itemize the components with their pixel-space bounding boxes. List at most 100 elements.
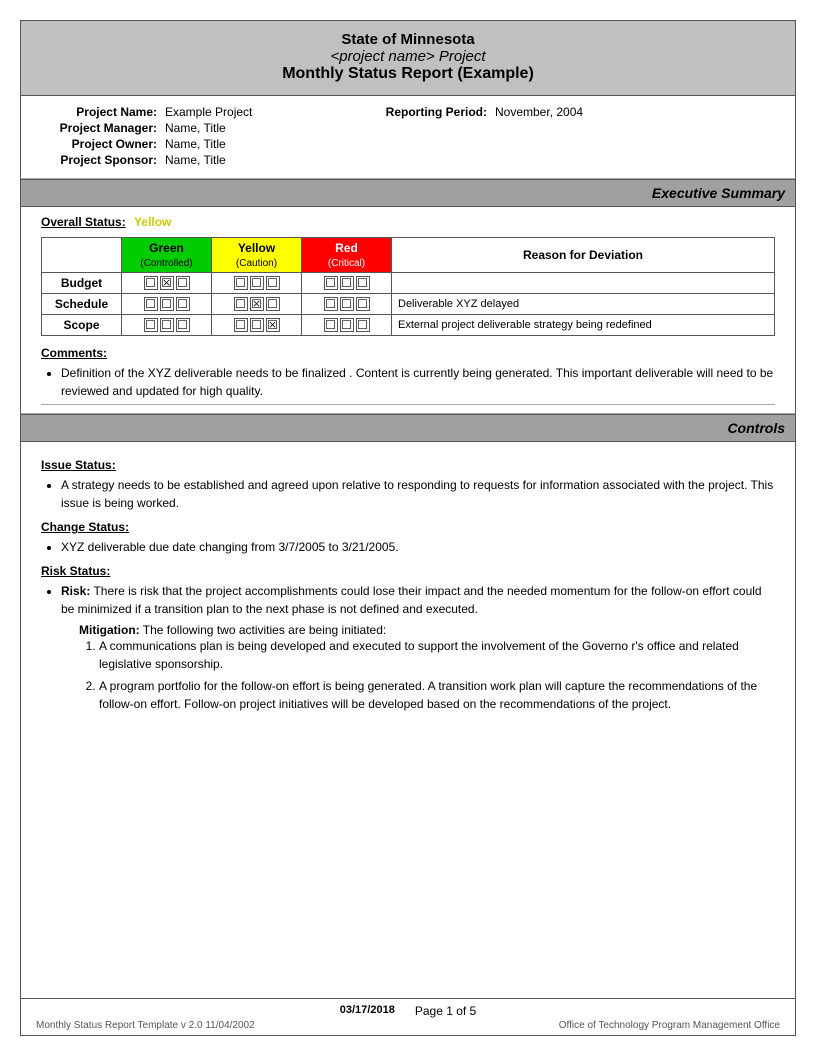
table-row-schedule: Schedule [42, 294, 775, 315]
change-list: XYZ deliverable due date changing from 3… [61, 538, 775, 556]
comment-item-1: Definition of the XYZ deliverable needs … [61, 364, 775, 400]
mitigation-list: A communications plan is being developed… [99, 637, 775, 713]
executive-summary-header: Executive Summary [21, 179, 795, 207]
project-owner-value: Name, Title [161, 136, 341, 152]
scope-green-cb1 [144, 318, 158, 332]
scope-green-group [144, 318, 190, 332]
schedule-green-group [144, 297, 190, 311]
budget-green-group [144, 276, 190, 290]
schedule-green-cb1 [144, 297, 158, 311]
schedule-reason: Deliverable XYZ delayed [392, 294, 775, 315]
reporting-period-label: Reporting Period: [361, 104, 491, 120]
budget-yellow-checks [212, 273, 302, 294]
reason-header: Reason for Deviation [392, 238, 775, 273]
footer-template-info: Monthly Status Report Template v 2.0 11/… [36, 1020, 255, 1031]
overall-status-label: Overall Status: [41, 215, 126, 229]
budget-reason [392, 273, 775, 294]
schedule-yellow-checks [212, 294, 302, 315]
table-row-scope: Scope [42, 315, 775, 336]
schedule-red-cb3 [356, 297, 370, 311]
scope-red-cb1 [324, 318, 338, 332]
budget-red-group [324, 276, 370, 290]
schedule-red-cb2 [340, 297, 354, 311]
project-name-label: Project Name: [41, 104, 161, 120]
budget-green-cb2 [160, 276, 174, 290]
header-title3: Monthly Status Report (Example) [41, 65, 775, 83]
budget-yellow-cb1 [234, 276, 248, 290]
footer-bottom: Monthly Status Report Template v 2.0 11/… [36, 1020, 780, 1031]
scope-red-checks [302, 315, 392, 336]
header-title2: <project name> Project [41, 48, 775, 65]
budget-yellow-cb2 [250, 276, 264, 290]
footer-top: 03/17/2018 Page 1 of 5 [36, 1004, 780, 1018]
budget-red-cb3 [356, 276, 370, 290]
footer: 03/17/2018 Page 1 of 5 Monthly Status Re… [21, 998, 795, 1035]
mitigation-item-1: A communications plan is being developed… [99, 637, 775, 673]
project-manager-value: Name, Title [161, 120, 341, 136]
mitigation-block: Mitigation: The following two activities… [79, 623, 775, 713]
mitigation-text: The following two activities are being i… [140, 623, 387, 637]
schedule-red-group [324, 297, 370, 311]
comments-section: Comments: Definition of the XYZ delivera… [41, 346, 775, 405]
scope-yellow-checks [212, 315, 302, 336]
reporting-period-value: November, 2004 [491, 104, 775, 120]
schedule-red-cb1 [324, 297, 338, 311]
budget-green-checks [122, 273, 212, 294]
header-title1: State of Minnesota [41, 31, 775, 48]
scope-label: Scope [42, 315, 122, 336]
mitigation-item-2: A program portfolio for the follow-on ef… [99, 677, 775, 713]
footer-date: 03/17/2018 [340, 1004, 395, 1018]
budget-yellow-cb3 [266, 276, 280, 290]
scope-red-cb2 [340, 318, 354, 332]
status-table: Green(Controlled) Yellow(Caution) Red(Cr… [41, 237, 775, 336]
schedule-green-cb2 [160, 297, 174, 311]
schedule-green-checks [122, 294, 212, 315]
project-manager-label: Project Manager: [41, 120, 161, 136]
green-header: Green(Controlled) [122, 238, 212, 273]
issue-status-label: Issue Status: [41, 458, 775, 472]
risk-status-label: Risk Status: [41, 564, 775, 578]
budget-green-cb1 [144, 276, 158, 290]
issue-item-1: A strategy needs to be established and a… [61, 476, 775, 512]
budget-yellow-group [234, 276, 280, 290]
budget-red-cb1 [324, 276, 338, 290]
overall-status-value: Yellow [134, 215, 171, 229]
page: State of Minnesota <project name> Projec… [20, 20, 796, 1036]
scope-green-cb3 [176, 318, 190, 332]
scope-yellow-cb1 [234, 318, 248, 332]
project-name-value: Example Project [161, 104, 341, 120]
scope-green-checks [122, 315, 212, 336]
header-section: State of Minnesota <project name> Projec… [21, 21, 795, 96]
schedule-yellow-group [234, 297, 280, 311]
budget-red-checks [302, 273, 392, 294]
schedule-yellow-cb3 [266, 297, 280, 311]
project-owner-label: Project Owner: [41, 136, 161, 152]
controls-area: Issue Status: A strategy needs to be est… [21, 442, 795, 725]
change-status-label: Change Status: [41, 520, 775, 534]
schedule-yellow-cb2 [250, 297, 264, 311]
scope-red-group [324, 318, 370, 332]
executive-summary-area: Overall Status: Yellow Green(Controlled)… [21, 207, 795, 414]
risk-bold: Risk: [61, 584, 90, 598]
scope-yellow-group [234, 318, 280, 332]
comments-list: Definition of the XYZ deliverable needs … [61, 364, 775, 400]
mitigation-bold: Mitigation: [79, 623, 140, 637]
red-header: Red(Critical) [302, 238, 392, 273]
budget-green-cb3 [176, 276, 190, 290]
footer-page-info: Page 1 of 5 [415, 1004, 476, 1018]
risk-list: Risk: There is risk that the project acc… [61, 582, 775, 618]
issue-list: A strategy needs to be established and a… [61, 476, 775, 512]
risk-item: Risk: There is risk that the project acc… [61, 582, 775, 618]
budget-label: Budget [42, 273, 122, 294]
schedule-label: Schedule [42, 294, 122, 315]
footer-office-info: Office of Technology Program Management … [559, 1020, 780, 1031]
budget-red-cb2 [340, 276, 354, 290]
schedule-red-checks [302, 294, 392, 315]
risk-text: There is risk that the project accomplis… [61, 584, 762, 616]
yellow-header: Yellow(Caution) [212, 238, 302, 273]
schedule-yellow-cb1 [234, 297, 248, 311]
schedule-green-cb3 [176, 297, 190, 311]
project-sponsor-label: Project Sponsor: [41, 152, 161, 168]
project-info: Project Name: Example Project Reporting … [21, 96, 795, 179]
scope-red-cb3 [356, 318, 370, 332]
